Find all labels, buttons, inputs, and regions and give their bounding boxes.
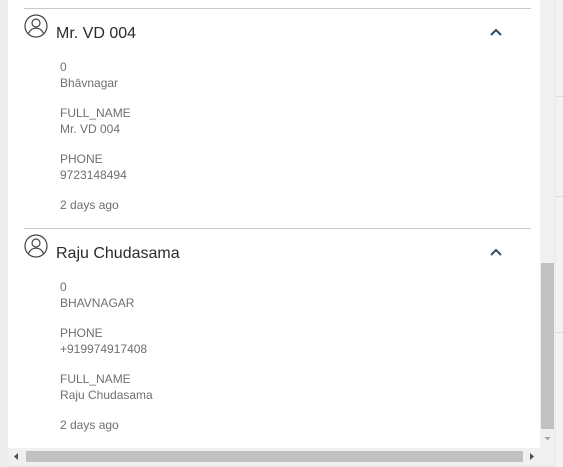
contact-timestamp: 2 days ago (60, 198, 119, 212)
background-page-edge (556, 0, 563, 467)
vertical-scroll-thumb[interactable] (541, 263, 554, 429)
field-label: PHONE (60, 152, 103, 166)
scrollbar-corner (540, 448, 555, 465)
vertical-scrollbar[interactable] (540, 0, 555, 448)
chevron-up-icon[interactable] (488, 246, 504, 258)
contact-name: Raju Chudasama (56, 245, 180, 262)
contact-timestamp: 2 days ago (60, 418, 119, 432)
user-circle-icon (24, 14, 48, 38)
scroll-right-arrow-icon[interactable] (523, 448, 540, 465)
contact-name: Mr. VD 004 (56, 25, 137, 42)
field-value: Mr. VD 004 (60, 122, 121, 136)
scroll-left-arrow-icon[interactable] (8, 448, 25, 465)
field-value: Bhāvnagar (60, 76, 119, 90)
field-value: +919974917408 (60, 342, 148, 356)
field-value: BHAVNAGAR (60, 296, 135, 310)
horizontal-scroll-thumb[interactable] (26, 451, 523, 462)
scroll-down-arrow-icon[interactable] (540, 431, 555, 446)
field-value: 9723148494 (60, 168, 127, 182)
field-label: FULL_NAME (60, 372, 131, 386)
field-label: 0 (60, 280, 67, 294)
contacts-panel: Mr. VD 004 0 Bhāvnagar FULL_NAME Mr. VD … (8, 0, 540, 448)
horizontal-scrollbar[interactable] (8, 448, 540, 465)
field-value: Raju Chudasama (60, 388, 153, 402)
field-label: PHONE (60, 326, 103, 340)
field-label: FULL_NAME (60, 106, 131, 120)
chevron-up-icon[interactable] (488, 26, 504, 38)
user-circle-icon (24, 234, 48, 258)
contact-divider (24, 228, 531, 229)
contact-divider (24, 8, 531, 9)
field-label: 0 (60, 60, 67, 74)
window-left-edge (0, 0, 8, 467)
